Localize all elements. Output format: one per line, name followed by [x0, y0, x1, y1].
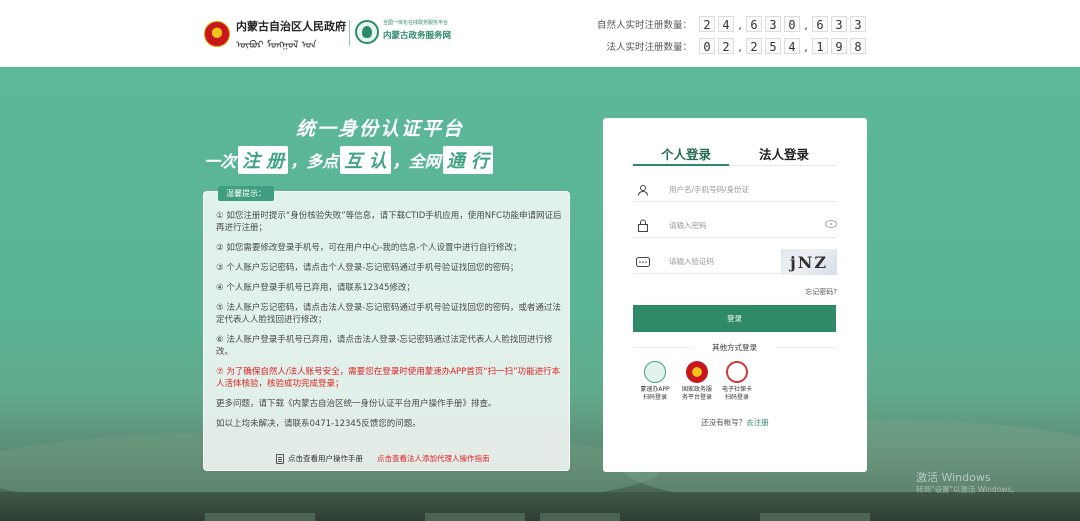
counter-digit: 2	[746, 38, 762, 54]
legal-person-counter: 法人实时注册数量： 02,254,198	[606, 36, 866, 55]
legal-person-digits: 02,254,198	[696, 36, 866, 55]
method-label: 蒙速办APP	[640, 386, 670, 393]
service-subtitle: 全国一体化在线政务服务平台	[383, 20, 449, 26]
footer-block	[540, 513, 620, 521]
gov-title: 内蒙古自治区人民政府	[236, 20, 346, 33]
digit-separator: ,	[738, 41, 742, 54]
counter-digit: 6	[746, 16, 762, 32]
mengsuban-app-login[interactable]: 蒙速办APP 扫码登录	[633, 361, 677, 402]
footer-block	[205, 513, 315, 521]
method-label: 扫码登录	[724, 394, 749, 401]
password-placeholder: 请输入密码	[669, 221, 707, 230]
tip-item: ② 如您需要修改登录手机号，可在用户中心-我的信息-个人设置中进行自行修改；	[216, 243, 522, 253]
slogan-highlight: 通 行	[442, 146, 493, 174]
site-header: 内蒙古自治区人民政府 ᠦᠪᠦᠷ ᠮᠣᠩᠭᠣᠯ ᠤᠨ 全国一体化在线政务服务平台 …	[0, 0, 1080, 67]
tips-panel: 温馨提示： ① 如您注册时提示“身份核验失败”等信息，请下载CTID手机应用，使…	[203, 186, 570, 471]
agent-guide-link[interactable]: 点击查看法人添加代理人操作指南	[377, 453, 490, 464]
slogan-text: ，全网	[392, 152, 441, 171]
counter-digit: 5	[765, 38, 781, 54]
no-account-text: 还没有帐号？	[701, 418, 747, 427]
national-emblem-icon	[686, 361, 708, 383]
counter-digit: 2	[718, 38, 734, 54]
password-field[interactable]: 请输入密码	[633, 214, 837, 238]
tip-item: ⑦ 为了确保自然人/法人账号安全，需要您在登录时使用蒙速办APP首页“扫一扫”功…	[216, 367, 561, 389]
tip-item: ③ 个人账户忘记密码，请点击个人登录-忘记密码通过手机号验证找回您的密码；	[216, 263, 519, 273]
natural-person-digits: 24,630,633	[696, 14, 866, 33]
natural-person-counter: 自然人实时注册数量： 24,630,633	[597, 14, 866, 33]
footer-block	[425, 513, 525, 521]
method-label: 扫码登录	[642, 394, 667, 401]
counter-digit: 3	[765, 16, 781, 32]
digit-separator: ,	[804, 41, 808, 54]
national-emblem-icon	[204, 21, 230, 47]
login-card: 个人登录 法人登录 用户名/手机号码/身份证 请输入密码 请输入验证码 jNZ …	[603, 118, 867, 472]
legal-person-label: 法人实时注册数量：	[606, 41, 692, 53]
counter-digit: 0	[699, 38, 715, 54]
forgot-password-link[interactable]: 忘记密码?	[805, 287, 837, 297]
captcha-image[interactable]: jNZ	[781, 249, 837, 275]
social-security-card-login[interactable]: 电子社保卡 扫码登录	[715, 361, 759, 402]
digit-separator: ,	[804, 19, 808, 32]
footer-block	[760, 513, 870, 521]
windows-activation-hint: 转到"设置"以激活 Windows。	[916, 485, 1019, 494]
counter-digit: 1	[812, 38, 828, 54]
manual-link[interactable]: 点击查看用户操作手册	[288, 453, 363, 464]
tips-list: ① 如您注册时提示“身份核验失败”等信息，请下载CTID手机应用，使用NFC功能…	[216, 210, 564, 438]
tip-item: ⑤ 法人账户忘记密码，请点击法人登录-忘记密码通过手机号验证找回您的密码，或者通…	[216, 303, 561, 325]
captcha-field[interactable]: 请输入验证码 jNZ	[633, 249, 837, 275]
tips-title: 温馨提示：	[218, 186, 274, 201]
document-icon	[276, 453, 284, 464]
method-label: 国家政务服	[681, 386, 712, 393]
tab-personal-login[interactable]: 个人登录	[661, 144, 711, 163]
tip-item: ① 如您注册时提示“身份核验失败”等信息，请下载CTID手机应用，使用NFC功能…	[216, 211, 562, 233]
counter-digit: 9	[831, 38, 847, 54]
counter-digit: 3	[831, 16, 847, 32]
tip-item: ④ 个人账户登录手机号已弃用，请联系12345修改；	[216, 283, 415, 293]
counter-digit: 0	[784, 16, 800, 32]
service-name: 内蒙古政务服务网	[383, 31, 452, 41]
tip-item: ⑥ 法人账户登录手机号已弃用，请点击法人登录-忘记密码通过法定代表人人脸找回进行…	[216, 335, 553, 357]
tips-links: 点击查看用户操作手册 点击查看法人添加代理人操作指南	[276, 453, 490, 464]
slogan-text: ，多点	[290, 152, 339, 171]
counter-digit: 4	[718, 16, 734, 32]
show-password-icon[interactable]	[825, 220, 837, 228]
method-label: 务平台登录	[681, 394, 712, 401]
slogan-highlight: 注 册	[238, 146, 289, 174]
username-placeholder: 用户名/手机号码/身份证	[669, 185, 750, 194]
other-methods-label: 其他方式登录	[633, 342, 836, 353]
natural-person-label: 自然人实时注册数量：	[596, 19, 692, 31]
active-tab-indicator	[633, 164, 729, 166]
gov-mongolian-title: ᠦᠪᠦᠷ ᠮᠣᠩᠭᠣᠯ ᠤᠨ	[236, 40, 317, 51]
slogan-title: 统一身份认证平台	[296, 118, 465, 140]
mengsuban-logo-icon	[644, 361, 666, 383]
slogan-highlight: 互 认	[340, 146, 391, 174]
social-security-icon	[726, 361, 748, 383]
service-logo-icon	[355, 20, 379, 44]
counter-digit: 6	[812, 16, 828, 32]
register-prompt: 还没有帐号？去注册	[603, 417, 867, 428]
tab-legal-login[interactable]: 法人登录	[759, 144, 809, 163]
login-button[interactable]: 登录	[633, 305, 836, 332]
counter-digit: 3	[850, 16, 866, 32]
logo-divider	[349, 20, 350, 46]
counter-digit: 8	[850, 38, 866, 54]
username-field[interactable]: 用户名/手机号码/身份证	[633, 178, 837, 202]
digit-separator: ,	[738, 19, 742, 32]
tip-item: 如以上均未解决，请联系0471-12345反馈您的问题。	[216, 419, 421, 429]
user-icon	[633, 184, 653, 196]
lock-icon	[633, 219, 653, 232]
national-platform-login[interactable]: 国家政务服 务平台登录	[675, 361, 719, 402]
register-link[interactable]: 去注册	[746, 418, 769, 427]
counter-digit: 2	[699, 16, 715, 32]
captcha-icon	[633, 256, 653, 267]
captcha-placeholder: 请输入验证码	[669, 257, 714, 266]
counter-digit: 4	[784, 38, 800, 54]
tip-item: 更多问题，请下载《内蒙古自治区统一身份认证平台用户操作手册》排查。	[216, 399, 497, 409]
slogan-text: 一次	[204, 152, 237, 171]
slogan-subtitle: 一次注 册，多点互 认，全网通 行	[204, 146, 495, 174]
method-label: 电子社保卡	[721, 386, 752, 393]
windows-activation-title: 激活 Windows	[916, 471, 991, 484]
